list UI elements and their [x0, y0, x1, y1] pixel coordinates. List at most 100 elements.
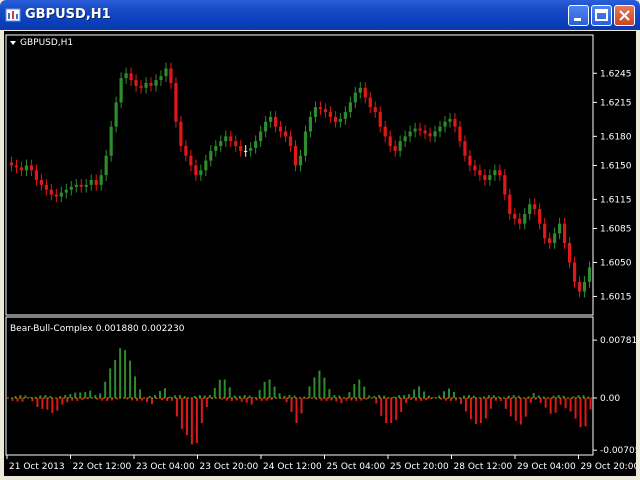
candle-body [139, 85, 143, 88]
candle-body [59, 192, 63, 197]
candle-body [423, 130, 427, 134]
candle-body [288, 136, 293, 147]
main-chart-label: GBPUSD,H1 [20, 38, 73, 48]
indicator-axis: 0.00781 0.00 -0.00705 [593, 336, 636, 456]
candle-body [463, 141, 467, 156]
candle-body [79, 184, 83, 187]
candle-body [323, 109, 328, 113]
candle-body [548, 238, 552, 244]
time-label: 23 Oct 04:00 [136, 462, 195, 472]
candle-body [293, 146, 298, 166]
title-bar[interactable]: GBPUSD,H1 [0, 0, 640, 30]
price-axis: 1.6245 1.6215 1.6180 1.6150 1.6115 1.6085 1.60… [593, 69, 632, 302]
candle-body [473, 165, 477, 171]
price-label: 1.6085 [600, 225, 632, 235]
candle-body [134, 80, 138, 86]
indicator-panel-border [5, 316, 594, 456]
candle-body [99, 175, 103, 185]
candle-body [254, 141, 258, 148]
candle-body [383, 126, 387, 137]
candle-body [587, 267, 592, 282]
candle-body [513, 213, 517, 219]
time-label: 25 Oct 20:00 [390, 462, 449, 472]
chart-area[interactable]: GBPUSD,H1 Bear-Bull-Complex 0.001880 0.0… [4, 31, 636, 476]
candle-body [328, 112, 332, 117]
candle-body [572, 262, 577, 282]
candle-body [403, 136, 407, 142]
candle-body [49, 189, 53, 195]
price-label: 1.6245 [600, 69, 632, 79]
candle-body [169, 68, 173, 83]
candle-body [488, 175, 492, 180]
candle-body [44, 184, 48, 190]
window-title: GBPUSD,H1 [25, 7, 111, 22]
candle-body [558, 223, 562, 234]
candle-body [64, 189, 68, 193]
candle-body [413, 128, 417, 132]
candle-body [567, 243, 572, 263]
price-label: 1.6115 [600, 195, 632, 205]
price-label: 1.6180 [600, 132, 632, 142]
candle-body [164, 68, 168, 77]
candle-body [174, 82, 178, 122]
candle-body [119, 78, 123, 103]
candle-body [54, 194, 58, 197]
candle-body [528, 204, 532, 214]
candle-body [94, 180, 98, 185]
candle-body [493, 170, 497, 176]
candle-body [418, 128, 422, 131]
candle-body [433, 131, 437, 137]
candle-body [199, 170, 203, 176]
close-button[interactable] [614, 5, 635, 26]
candle-body [393, 146, 397, 151]
candle-body [503, 175, 507, 195]
candle-body [74, 184, 78, 187]
candle-body [244, 150, 248, 152]
candle-body [553, 233, 557, 244]
candle-body [104, 155, 108, 176]
candle-body [368, 97, 372, 108]
candle-body [229, 136, 233, 142]
candle-body [194, 165, 198, 176]
candle-body [283, 131, 288, 137]
candle-body [333, 116, 337, 122]
maximize-button[interactable] [591, 5, 612, 26]
time-label: 29 Oct 20:00 [581, 462, 637, 472]
candle-body [109, 126, 113, 156]
candle-body [533, 204, 537, 210]
time-label: 23 Oct 20:00 [200, 462, 259, 472]
time-axis: 21 Oct 2013 22 Oct 12:00 23 Oct 04:00 23 Oc… [6, 455, 637, 472]
time-label: 22 Oct 12:00 [73, 462, 132, 472]
candle-body [313, 107, 318, 117]
candle-body [483, 175, 487, 180]
price-chart[interactable]: GBPUSD,H1 Bear-Bull-Complex 0.001880 0.0… [4, 31, 636, 476]
candle-body [29, 165, 34, 171]
candle-body [478, 170, 482, 176]
candle-body [214, 146, 218, 151]
candle-body [179, 121, 183, 147]
dropdown-icon[interactable] [10, 41, 16, 45]
time-label: 28 Oct 12:00 [454, 462, 513, 472]
candle-body [353, 92, 357, 103]
time-label: 25 Oct 04:00 [327, 462, 386, 472]
candle-body [273, 116, 278, 127]
candle-body [398, 141, 402, 151]
candle-body [577, 281, 582, 292]
candle-body [523, 213, 527, 224]
candle-body [144, 82, 148, 88]
candle-body [318, 107, 323, 110]
candle-body [84, 184, 88, 187]
candle-body [508, 194, 512, 214]
candle-body [89, 180, 93, 185]
candle-body [249, 147, 253, 151]
minimize-button[interactable] [568, 5, 589, 26]
candle-body [343, 112, 347, 119]
candle-body [209, 150, 213, 161]
candle-body [159, 76, 163, 81]
candle-body [259, 131, 263, 142]
candle-body [562, 223, 567, 244]
price-label: 1.6050 [600, 258, 632, 268]
candle-body [19, 167, 24, 171]
candle-body [348, 102, 352, 113]
minimize-icon [574, 18, 581, 21]
